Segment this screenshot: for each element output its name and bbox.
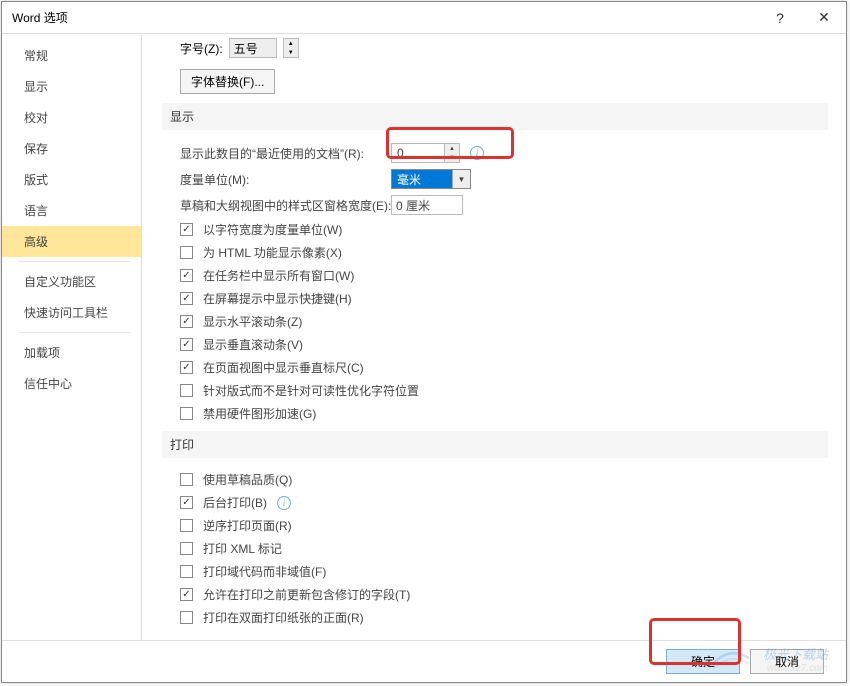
check-label: 显示垂直滚动条(V) bbox=[203, 336, 303, 353]
sidebar-item-general[interactable]: 常规 bbox=[2, 40, 141, 71]
sidebar-separator bbox=[18, 332, 131, 333]
sidebar-item-quick-access[interactable]: 快速访问工具栏 bbox=[2, 297, 141, 328]
check-reverse-print[interactable]: 逆序打印页面(R) bbox=[162, 514, 828, 537]
cancel-button[interactable]: 取消 bbox=[750, 649, 824, 674]
spinner-down-icon[interactable]: ▼ bbox=[445, 153, 459, 162]
check-print-field-codes[interactable]: 打印域代码而非域值(F) bbox=[162, 560, 828, 583]
sidebar-item-proofing[interactable]: 校对 bbox=[2, 102, 141, 133]
check-update-fields-print[interactable]: ✓ 允许在打印之前更新包含修订的字段(T) bbox=[162, 583, 828, 606]
checkbox-icon[interactable] bbox=[180, 565, 193, 578]
checkbox-icon[interactable]: ✓ bbox=[180, 496, 193, 509]
sidebar-item-language[interactable]: 语言 bbox=[2, 195, 141, 226]
checkbox-icon[interactable]: ✓ bbox=[180, 361, 193, 374]
check-print-front-duplex[interactable]: 打印在双面打印纸张的正面(R) bbox=[162, 606, 828, 629]
sidebar-separator bbox=[18, 261, 131, 262]
check-label: 显示水平滚动条(Z) bbox=[203, 313, 302, 330]
check-char-width-unit[interactable]: ✓ 以字符宽度为度量单位(W) bbox=[162, 218, 828, 241]
spinner-up-icon[interactable]: ▲ bbox=[445, 144, 459, 153]
dialog-body: 常规 显示 校对 保存 版式 语言 高级 自定义功能区 快速访问工具栏 加载项 … bbox=[2, 34, 846, 640]
dialog-footer: 确定 取消 极光下载站 www.xz7.com bbox=[2, 640, 846, 682]
sidebar-item-layout[interactable]: 版式 bbox=[2, 164, 141, 195]
content-pane[interactable]: 字号(Z): 五号 ▲ ▼ 字体替换(F)... 显示 显示此数目的“最近使用的… bbox=[142, 34, 846, 640]
recent-docs-label: 显示此数目的“最近使用的文档”(R): bbox=[180, 145, 385, 162]
check-label: 为 HTML 功能显示像素(X) bbox=[203, 244, 342, 261]
recent-docs-row: 显示此数目的“最近使用的文档”(R): 0 ▲ ▼ i bbox=[162, 140, 828, 166]
check-horizontal-scrollbar[interactable]: ✓ 显示水平滚动条(Z) bbox=[162, 310, 828, 333]
check-label: 打印 XML 标记 bbox=[203, 540, 282, 557]
draft-width-label: 草稿和大纲视图中的样式区窗格宽度(E): bbox=[180, 197, 385, 214]
checkbox-icon[interactable] bbox=[180, 407, 193, 420]
sidebar-item-addins[interactable]: 加载项 bbox=[2, 337, 141, 368]
check-background-print[interactable]: ✓ 后台打印(B) i bbox=[162, 491, 828, 514]
font-substitution-row: 字体替换(F)... bbox=[162, 66, 828, 97]
section-print-header: 打印 bbox=[162, 431, 828, 458]
recent-docs-spinner[interactable]: 0 ▲ ▼ bbox=[391, 143, 460, 163]
titlebar: Word 选项 ? ✕ bbox=[2, 2, 846, 34]
sidebar-item-trust-center[interactable]: 信任中心 bbox=[2, 368, 141, 399]
check-label: 允许在打印之前更新包含修订的字段(T) bbox=[203, 586, 410, 603]
word-options-dialog: Word 选项 ? ✕ 常规 显示 校对 保存 版式 语言 高级 自定义功能区 … bbox=[1, 1, 847, 683]
measurement-unit-row: 度量单位(M): 毫米 ▼ bbox=[162, 166, 828, 192]
check-label: 在页面视图中显示垂直标尺(C) bbox=[203, 359, 364, 376]
check-label: 禁用硬件图形加速(G) bbox=[203, 405, 316, 422]
checkbox-icon[interactable] bbox=[180, 519, 193, 532]
checkbox-icon[interactable] bbox=[180, 246, 193, 259]
checkbox-icon[interactable]: ✓ bbox=[180, 269, 193, 282]
check-taskbar-windows[interactable]: ✓ 在任务栏中显示所有窗口(W) bbox=[162, 264, 828, 287]
checkbox-icon[interactable] bbox=[180, 542, 193, 555]
close-button[interactable]: ✕ bbox=[802, 3, 846, 33]
spinner-up-icon[interactable]: ▲ bbox=[284, 39, 298, 48]
check-draft-quality[interactable]: 使用草稿品质(Q) bbox=[162, 468, 828, 491]
sidebar-item-customize-ribbon[interactable]: 自定义功能区 bbox=[2, 266, 141, 297]
info-icon[interactable]: i bbox=[277, 496, 291, 510]
checkbox-icon[interactable]: ✓ bbox=[180, 315, 193, 328]
measurement-unit-select[interactable]: 毫米 ▼ bbox=[391, 169, 471, 189]
check-screen-tips-shortcuts[interactable]: ✓ 在屏幕提示中显示快捷键(H) bbox=[162, 287, 828, 310]
sidebar-item-save[interactable]: 保存 bbox=[2, 133, 141, 164]
check-label: 打印在双面打印纸张的正面(R) bbox=[203, 609, 364, 626]
font-size-value[interactable]: 五号 bbox=[229, 38, 277, 58]
truncated-font-row: 字号(Z): 五号 ▲ ▼ bbox=[162, 34, 828, 66]
check-vertical-scrollbar[interactable]: ✓ 显示垂直滚动条(V) bbox=[162, 333, 828, 356]
check-label: 使用草稿品质(Q) bbox=[203, 471, 292, 488]
checkbox-icon[interactable] bbox=[180, 384, 193, 397]
check-label: 逆序打印页面(R) bbox=[203, 517, 292, 534]
spinner-down-icon[interactable]: ▼ bbox=[284, 48, 298, 57]
checkbox-icon[interactable]: ✓ bbox=[180, 588, 193, 601]
font-size-label: 字号(Z): bbox=[180, 40, 223, 57]
measurement-unit-label: 度量单位(M): bbox=[180, 171, 385, 188]
checkbox-icon[interactable]: ✓ bbox=[180, 292, 193, 305]
recent-docs-value: 0 bbox=[392, 144, 444, 162]
check-vertical-ruler[interactable]: ✓ 在页面视图中显示垂直标尺(C) bbox=[162, 356, 828, 379]
checkbox-icon[interactable]: ✓ bbox=[180, 223, 193, 236]
draft-width-input[interactable]: 0 厘米 bbox=[391, 195, 463, 215]
check-optimize-layout[interactable]: 针对版式而不是针对可读性优化字符位置 bbox=[162, 379, 828, 402]
check-label: 针对版式而不是针对可读性优化字符位置 bbox=[203, 382, 419, 399]
checkbox-icon[interactable] bbox=[180, 473, 193, 486]
check-label: 在任务栏中显示所有窗口(W) bbox=[203, 267, 354, 284]
font-size-spinner[interactable]: ▲ ▼ bbox=[283, 38, 299, 58]
sidebar: 常规 显示 校对 保存 版式 语言 高级 自定义功能区 快速访问工具栏 加载项 … bbox=[2, 34, 142, 640]
measurement-unit-value: 毫米 bbox=[392, 170, 452, 188]
check-label: 打印域代码而非域值(F) bbox=[203, 563, 326, 580]
check-label: 后台打印(B) bbox=[203, 494, 267, 511]
window-controls: ? ✕ bbox=[758, 3, 846, 33]
check-print-xml[interactable]: 打印 XML 标记 bbox=[162, 537, 828, 560]
font-substitution-button[interactable]: 字体替换(F)... bbox=[180, 69, 275, 94]
sidebar-item-display[interactable]: 显示 bbox=[2, 71, 141, 102]
checkbox-icon[interactable] bbox=[180, 611, 193, 624]
sidebar-item-advanced[interactable]: 高级 bbox=[2, 226, 141, 257]
section-display-header: 显示 bbox=[162, 103, 828, 130]
check-label: 以字符宽度为度量单位(W) bbox=[203, 221, 342, 238]
draft-width-row: 草稿和大纲视图中的样式区窗格宽度(E): 0 厘米 bbox=[162, 192, 828, 218]
info-icon[interactable]: i bbox=[470, 146, 484, 160]
check-html-pixels[interactable]: 为 HTML 功能显示像素(X) bbox=[162, 241, 828, 264]
checkbox-icon[interactable]: ✓ bbox=[180, 338, 193, 351]
check-label: 在屏幕提示中显示快捷键(H) bbox=[203, 290, 352, 307]
window-title: Word 选项 bbox=[12, 9, 758, 26]
help-button[interactable]: ? bbox=[758, 3, 802, 33]
ok-button[interactable]: 确定 bbox=[666, 649, 740, 674]
chevron-down-icon[interactable]: ▼ bbox=[452, 170, 470, 188]
check-disable-hw-accel[interactable]: 禁用硬件图形加速(G) bbox=[162, 402, 828, 425]
